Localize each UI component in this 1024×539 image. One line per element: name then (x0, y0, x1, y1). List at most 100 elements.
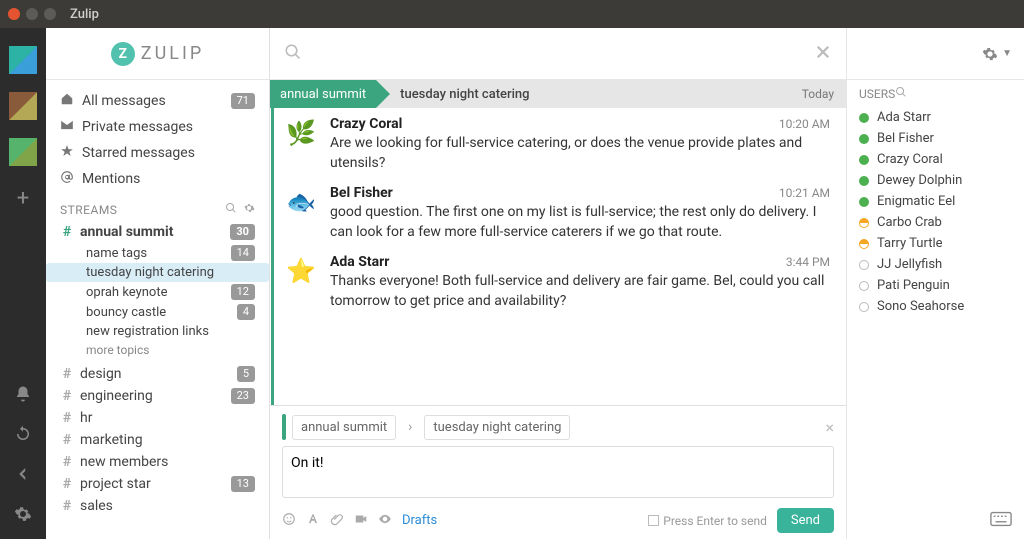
nav-label: Private messages (82, 119, 193, 135)
stream-design[interactable]: #design5 (46, 363, 269, 385)
window-minimize-button[interactable] (26, 8, 38, 20)
window-maximize-button[interactable] (44, 8, 56, 20)
nav-starred-messages[interactable]: Starred messages (46, 140, 269, 166)
stream-engineering[interactable]: #engineering23 (46, 385, 269, 407)
nav-private-messages[interactable]: Private messages (46, 114, 269, 140)
brand-header[interactable]: Z ZULIP (46, 28, 269, 80)
user-JJ-Jellyfish[interactable]: JJ Jellyfish (847, 254, 1024, 275)
topic-count: 12 (231, 284, 255, 300)
send-button[interactable]: Send (777, 508, 834, 533)
filter-streams-search-icon[interactable] (225, 202, 237, 217)
header-date: Today (802, 87, 846, 101)
attach-icon[interactable] (330, 511, 344, 530)
message-content: Thanks everyone! Both full-service and d… (330, 270, 830, 311)
stream-new-members[interactable]: #new members (46, 451, 269, 473)
launcher-tile-3[interactable] (9, 138, 37, 166)
topic-tuesday-night-catering[interactable]: tuesday night catering (46, 263, 269, 282)
video-icon[interactable] (354, 511, 368, 530)
hash-icon: # (60, 498, 74, 514)
topic-label: new registration links (86, 324, 209, 339)
hash-icon: # (60, 366, 74, 382)
topic-new-registration-links[interactable]: new registration links (46, 322, 269, 341)
topic-count: 14 (231, 245, 255, 261)
header-topic-label[interactable]: tuesday night catering (376, 87, 529, 102)
emoji-icon[interactable] (282, 511, 296, 530)
settings-menu[interactable]: ▼ (847, 28, 1024, 80)
compose-close-icon[interactable]: × (825, 418, 834, 437)
search-icon[interactable] (284, 43, 302, 65)
user-Crazy-Coral[interactable]: Crazy Coral (847, 149, 1024, 170)
stream-label: engineering (80, 388, 153, 404)
stream-hr[interactable]: #hr (46, 407, 269, 429)
stream-sales[interactable]: #sales (46, 495, 269, 517)
launcher-tile-2[interactable] (9, 92, 37, 120)
stream-project-star[interactable]: #project star13 (46, 473, 269, 495)
back-arrow-icon[interactable] (14, 465, 32, 487)
format-icon[interactable] (306, 511, 320, 530)
brand-logo-icon: Z (111, 42, 135, 66)
bell-icon[interactable] (14, 385, 32, 407)
message-content: Are we looking for full-service catering… (330, 132, 830, 173)
users-heading: USERS (847, 80, 1024, 107)
topic-oprah-keynote[interactable]: oprah keynote 12 (46, 282, 269, 302)
brand-name: ZULIP (141, 43, 204, 64)
presence-dot-icon (859, 197, 869, 207)
nav-mentions[interactable]: Mentions (46, 166, 269, 192)
left-sidebar: Z ZULIP All messages 71 Private messages… (46, 28, 270, 539)
presence-dot-icon (859, 113, 869, 123)
user-Ada-Starr[interactable]: Ada Starr (847, 107, 1024, 128)
user-Tarry-Turtle[interactable]: Tarry Turtle (847, 233, 1024, 254)
presence-dot-icon (859, 302, 869, 312)
user-Enigmatic-Eel[interactable]: Enigmatic Eel (847, 191, 1024, 212)
gear-icon (982, 46, 998, 62)
header-stream-chip[interactable]: annual summit (270, 80, 376, 108)
compose-stream-input[interactable]: annual summit (292, 415, 396, 440)
refresh-icon[interactable] (14, 425, 32, 447)
launcher-add-button[interactable]: + (9, 184, 37, 212)
window-title: Zulip (70, 7, 99, 22)
user-Sono-Seahorse[interactable]: Sono Seahorse (847, 296, 1024, 317)
user-Carbo-Crab[interactable]: Carbo Crab (847, 212, 1024, 233)
presence-dot-icon (859, 218, 869, 228)
user-name: Tarry Turtle (877, 236, 943, 251)
topic-bouncy-castle[interactable]: bouncy castle4 (46, 302, 269, 322)
keyboard-shortcuts-icon[interactable] (978, 503, 1024, 539)
compose-textarea[interactable] (282, 446, 834, 498)
window-close-button[interactable] (8, 8, 20, 20)
drafts-link[interactable]: Drafts (402, 513, 437, 528)
stream-count: 30 (230, 224, 255, 240)
message-sender[interactable]: Ada Starr (330, 254, 389, 270)
user-Dewey-Dolphin[interactable]: Dewey Dolphin (847, 170, 1024, 191)
user-name: Enigmatic Eel (877, 194, 955, 209)
nav-list: All messages 71 Private messages Starred… (46, 80, 269, 192)
chevron-down-icon: ▼ (1002, 48, 1012, 59)
hash-icon: # (60, 388, 74, 404)
streams-settings-gear-icon[interactable] (243, 202, 255, 217)
presence-dot-icon (859, 281, 869, 291)
streams-heading: STREAMS (46, 192, 269, 221)
topic-name-tags[interactable]: name tags14 (46, 243, 269, 263)
message-sender[interactable]: Bel Fisher (330, 185, 393, 201)
enter-to-send-toggle[interactable]: Press Enter to send (648, 514, 767, 528)
stream-count: 13 (231, 476, 255, 492)
preview-eye-icon[interactable] (378, 511, 392, 530)
right-sidebar: ▼ USERS Ada StarrBel FisherCrazy CoralDe… (846, 28, 1024, 539)
envelope-icon (60, 118, 74, 136)
more-topics-link[interactable]: more topics (46, 341, 269, 363)
stream-marketing[interactable]: #marketing (46, 429, 269, 451)
compose-topic-input[interactable]: tuesday night catering (424, 415, 570, 440)
at-icon (60, 170, 74, 188)
hash-icon: # (60, 476, 74, 492)
topic-label: oprah keynote (86, 285, 168, 300)
hash-icon: # (60, 410, 74, 426)
user-Bel-Fisher[interactable]: Bel Fisher (847, 128, 1024, 149)
stream-annual-summit[interactable]: #annual summit30 (46, 221, 269, 243)
gear-icon[interactable] (14, 505, 32, 527)
search-clear-icon[interactable] (814, 43, 832, 65)
user-search-icon[interactable] (895, 86, 907, 101)
user-Pati-Penguin[interactable]: Pati Penguin (847, 275, 1024, 296)
message-sender[interactable]: Crazy Coral (330, 116, 402, 132)
launcher-tile-1[interactable] (9, 46, 37, 74)
user-name: Sono Seahorse (877, 299, 964, 314)
nav-all-messages[interactable]: All messages 71 (46, 88, 269, 114)
